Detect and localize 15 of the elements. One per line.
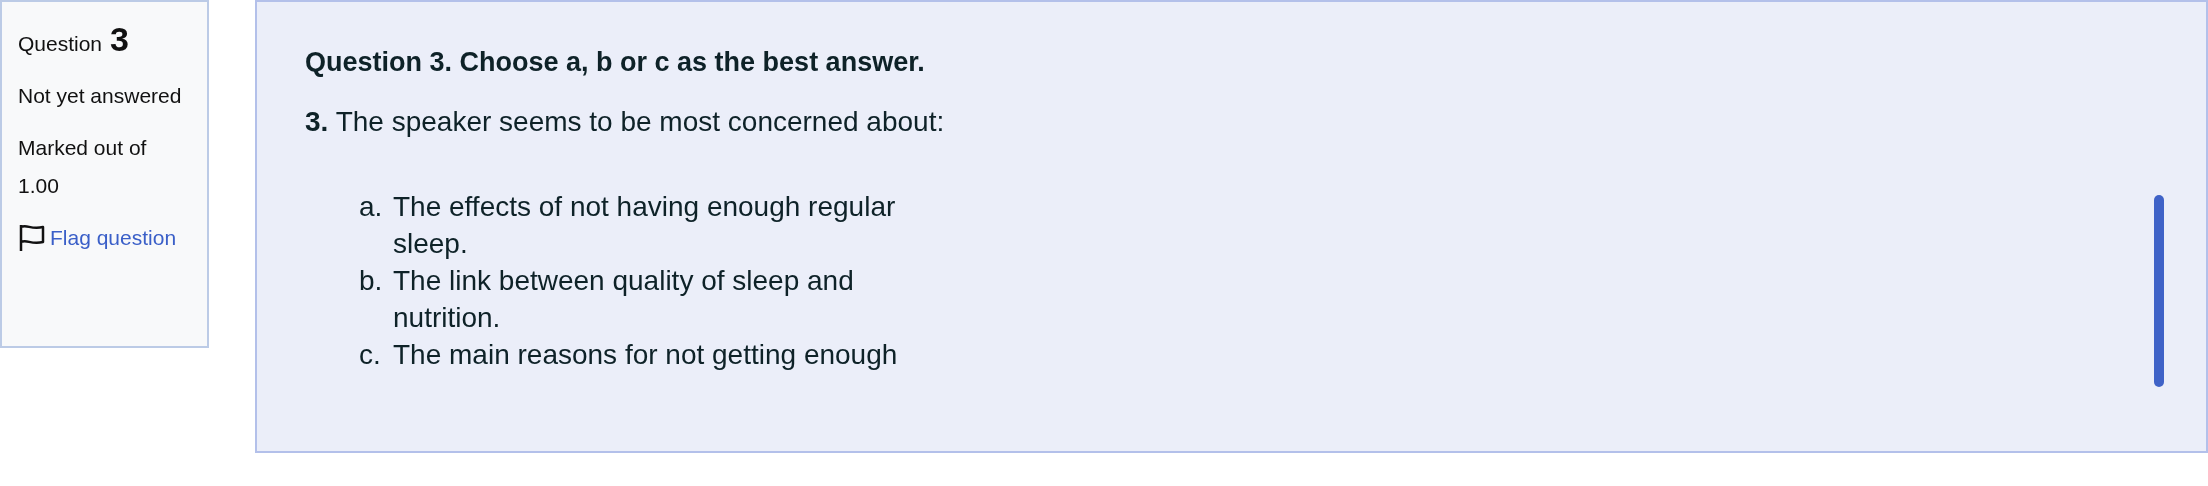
- option-text[interactable]: The main reasons for not getting enough: [393, 336, 953, 373]
- question-heading: Question 3. Choose a, b or c as the best answer.: [305, 46, 926, 79]
- scrollbar-thumb[interactable]: [2154, 195, 2164, 387]
- option-text[interactable]: The effects of not having enough regular sleep.: [393, 188, 953, 262]
- option-letter: a.: [359, 190, 383, 224]
- question-text: 3. The speaker seems to be most concerned about:: [305, 105, 946, 139]
- flag-question-link[interactable]: Flag question: [50, 226, 177, 249]
- question-label: Question: [18, 31, 103, 57]
- question-number: 3: [110, 20, 129, 58]
- flag-icon[interactable]: [18, 223, 46, 253]
- option-letter: b.: [359, 264, 383, 298]
- option-text[interactable]: The link between quality of sleep and nutrition.: [393, 262, 953, 336]
- option-letter: c.: [359, 338, 382, 372]
- answer-status: Not yet answered: [18, 83, 183, 109]
- marks-text: Marked out of 1.00: [18, 135, 148, 199]
